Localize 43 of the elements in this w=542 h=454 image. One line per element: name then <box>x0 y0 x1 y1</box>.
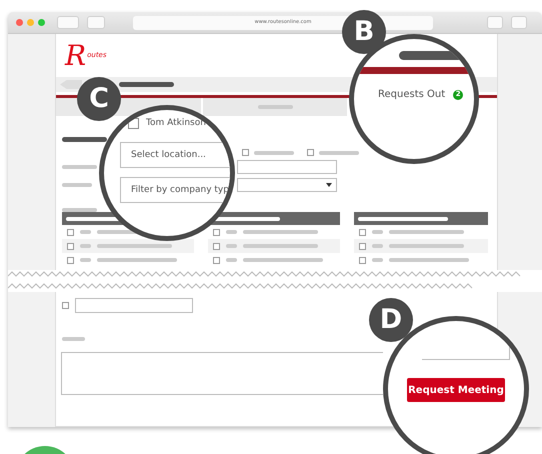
placeholder-line <box>62 337 85 341</box>
placeholder-line <box>80 230 91 234</box>
zoom-dot-icon[interactable] <box>38 19 45 26</box>
checkbox[interactable] <box>359 242 366 250</box>
checkbox[interactable] <box>128 118 139 130</box>
sidebar-button[interactable] <box>87 16 105 29</box>
placeholder-line <box>372 244 383 248</box>
placeholder-line <box>62 208 97 212</box>
tab-label[interactable]: Requests Out <box>378 87 446 102</box>
placeholder-line <box>226 258 237 262</box>
close-dot-icon[interactable] <box>16 19 23 26</box>
placeholder-line <box>62 183 92 187</box>
placeholder-line <box>226 244 237 248</box>
table-row[interactable] <box>62 239 194 253</box>
checkbox[interactable] <box>242 149 249 156</box>
dropdown-field[interactable] <box>237 178 337 192</box>
tabs-button[interactable] <box>511 16 527 29</box>
checkbox[interactable] <box>67 228 74 236</box>
checkbox[interactable] <box>213 242 220 250</box>
placeholder-line <box>119 82 174 87</box>
placeholder-line <box>319 150 359 154</box>
placeholder-line <box>62 165 97 169</box>
placeholder-line <box>372 230 383 234</box>
placeholder-line <box>372 258 383 262</box>
checkbox[interactable] <box>67 242 74 250</box>
caret-icon <box>326 183 332 187</box>
checkbox[interactable] <box>62 302 69 309</box>
minimize-dot-icon[interactable] <box>27 19 34 26</box>
checkbox[interactable] <box>307 149 314 156</box>
checkbox[interactable] <box>213 256 220 264</box>
checkbox[interactable] <box>359 228 366 236</box>
checkbox[interactable] <box>67 256 74 264</box>
location-field[interactable]: Select location... <box>120 142 230 168</box>
request-meeting-button[interactable]: Request Meeting <box>407 378 505 402</box>
text-field[interactable] <box>237 160 337 174</box>
share-button[interactable] <box>487 16 503 29</box>
checkbox[interactable] <box>213 228 220 236</box>
placeholder-line <box>254 150 294 154</box>
text-field[interactable] <box>75 298 193 313</box>
placeholder-line <box>80 244 91 248</box>
checkbox[interactable] <box>359 256 366 264</box>
placeholder-line <box>80 258 91 262</box>
placeholder-line <box>226 230 237 234</box>
